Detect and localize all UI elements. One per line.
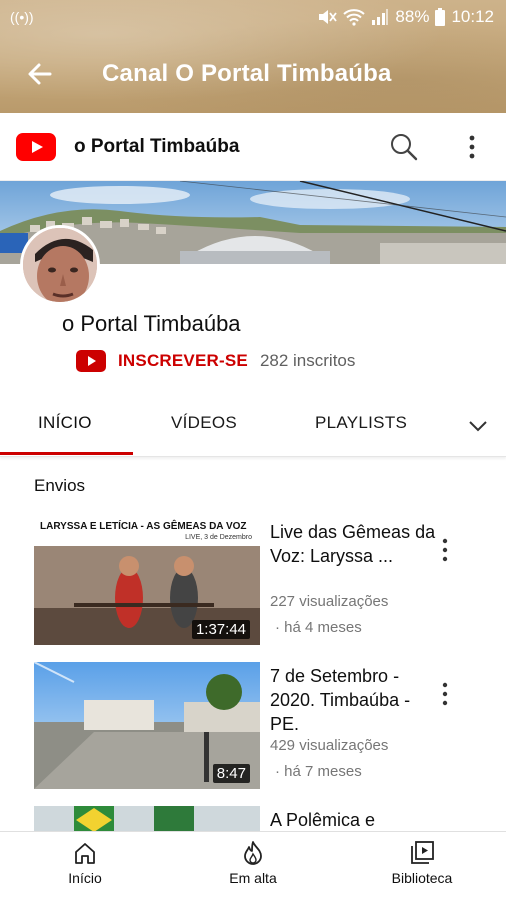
more-vert-icon[interactable]: [462, 131, 482, 163]
nav-trending[interactable]: Em alta: [193, 840, 313, 886]
hotspot-icon: ((•)): [10, 9, 34, 25]
chevron-down-icon[interactable]: [466, 414, 490, 438]
nav-trending-label: Em alta: [229, 870, 277, 886]
search-icon[interactable]: [389, 132, 419, 162]
channel-avatar[interactable]: [20, 225, 100, 305]
video-duration: 1:37:44: [191, 620, 250, 639]
video-title[interactable]: Live das Gêmeas da Voz: Laryssa ...: [270, 520, 440, 568]
home-icon: [75, 843, 95, 864]
nav-home-label: Início: [68, 870, 102, 886]
nav-home[interactable]: Início: [25, 840, 145, 886]
library-icon: [411, 841, 434, 864]
youtube-header-title: o Portal Timbaúba: [74, 136, 240, 157]
selected-tab-indicator: [0, 452, 133, 455]
video-age: · há 4 meses: [275, 619, 362, 636]
battery-percent: 88%: [395, 7, 430, 26]
youtube-subscribe-icon[interactable]: [76, 350, 106, 372]
section-title-uploads: Envios: [34, 476, 86, 495]
signal-icon: [372, 9, 389, 25]
subscriber-count: 282 inscritos: [259, 351, 356, 370]
video-title[interactable]: A Polêmica e: [270, 808, 440, 831]
video-views: 429 visualizações: [270, 737, 389, 754]
channel-name: o Portal Timbaúba: [62, 311, 241, 336]
video-more-icon[interactable]: [436, 536, 454, 564]
avatar-image: [23, 228, 97, 302]
youtube-logo-icon[interactable]: [16, 133, 56, 161]
video-more-icon[interactable]: [436, 824, 454, 831]
video-item[interactable]: LARYSSA E LETÍCIA - AS GÊMEAS DA VOZ LIV…: [0, 518, 506, 648]
subscribe-row: INSCREVER-SE 282 inscritos: [76, 348, 355, 374]
battery-icon: [435, 8, 446, 26]
wifi-icon: [343, 9, 366, 26]
thumbnail-caption: LARYSSA E LETÍCIA - AS GÊMEAS DA VOZ: [40, 521, 247, 532]
app-bar-title: Canal O Portal Timbaúba: [102, 60, 392, 87]
nav-library-label: Biblioteca: [391, 870, 453, 886]
tab-inicio[interactable]: INÍCIO: [38, 413, 92, 433]
video-thumbnail[interactable]: [34, 806, 260, 831]
clock: 10:12: [451, 7, 494, 26]
mute-icon: [319, 10, 338, 24]
video-duration: 8:47: [212, 764, 250, 783]
video-more-icon[interactable]: [436, 680, 454, 708]
thumbnail-subcaption: LIVE, 3 de Dezembro: [185, 534, 252, 541]
status-icons: 88% 10:12: [317, 7, 494, 27]
nav-library[interactable]: Biblioteca: [362, 840, 482, 886]
video-item[interactable]: 8:47 7 de Setembro - 2020. Timbaúba - PE…: [0, 662, 506, 792]
status-bar: ((•)) 88% 10:12: [0, 0, 506, 36]
app-bar: Canal O Portal Timbaúba: [0, 42, 506, 106]
video-title[interactable]: 7 de Setembro - 2020. Timbaúba - PE.: [270, 664, 440, 736]
youtube-header: o Portal Timbaúba: [0, 113, 506, 181]
video-item[interactable]: A Polêmica e: [0, 806, 506, 831]
thumbnail-image: [34, 806, 260, 831]
channel-tabs: INÍCIO VÍDEOS PLAYLISTS: [0, 395, 506, 457]
back-arrow-icon[interactable]: [24, 58, 56, 90]
video-thumbnail[interactable]: 8:47: [34, 662, 260, 789]
tab-playlists[interactable]: PLAYLISTS: [315, 413, 407, 433]
video-age: · há 7 meses: [275, 763, 362, 780]
subscribe-button[interactable]: INSCREVER-SE: [118, 351, 248, 371]
tab-videos[interactable]: VÍDEOS: [171, 413, 237, 433]
bottom-navigation: Início Em alta Biblioteca: [0, 831, 506, 900]
video-views: 227 visualizações: [270, 593, 389, 610]
flame-icon: [244, 841, 262, 865]
video-thumbnail[interactable]: LARYSSA E LETÍCIA - AS GÊMEAS DA VOZ LIV…: [34, 518, 260, 645]
